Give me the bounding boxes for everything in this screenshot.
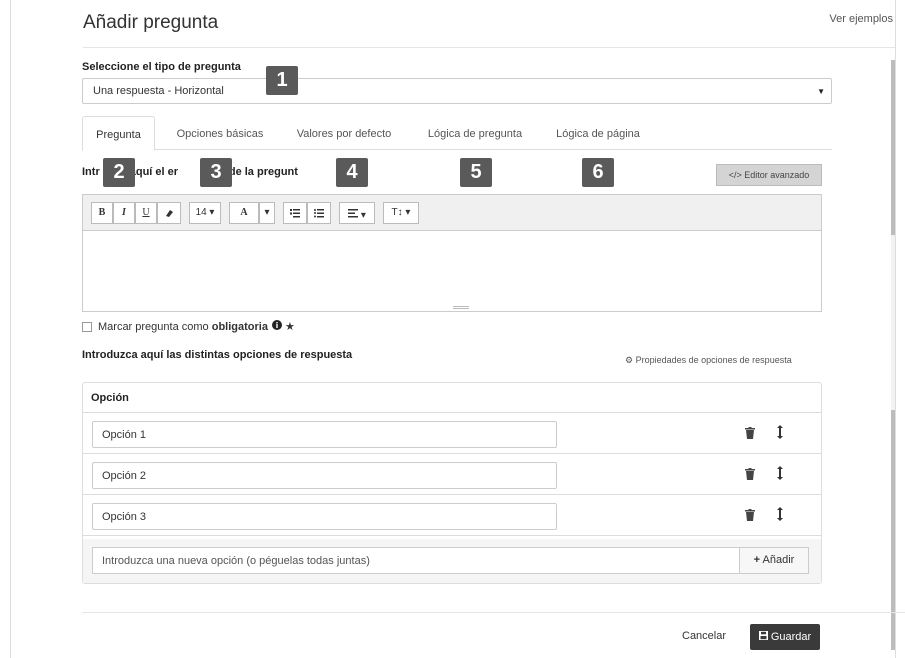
align-icon[interactable]: ▾ <box>339 202 375 224</box>
plus-icon: + <box>753 554 761 566</box>
add-option-button[interactable]: + Añadir <box>739 547 809 574</box>
tab-pregunta[interactable]: Pregunta <box>82 116 155 151</box>
table-row: Opción 3 <box>83 495 821 536</box>
footer-divider <box>82 612 905 613</box>
table-row: Opción 1 <box>83 413 821 454</box>
eraser-icon[interactable] <box>157 202 181 224</box>
text-color-button[interactable]: A <box>229 202 259 224</box>
tab-logica-de-pregunta[interactable]: Lógica de pregunta <box>416 116 534 150</box>
question-type-value: Una respuesta - Horizontal <box>93 85 224 97</box>
tab-logica-de-pagina[interactable]: Lógica de página <box>544 116 652 150</box>
option-input-2[interactable]: Opción 2 <box>92 462 557 489</box>
bold-button[interactable]: B <box>91 202 113 224</box>
heading-dropdown[interactable]: T↕ ▾ <box>383 202 419 224</box>
info-icon[interactable] <box>271 320 282 333</box>
option-input-3[interactable]: Opción 3 <box>92 503 557 530</box>
ordered-list-icon[interactable] <box>283 202 307 224</box>
italic-button[interactable]: I <box>113 202 135 224</box>
view-examples-link[interactable]: Ver ejemplos <box>829 13 893 25</box>
scrollbar-thumb-lower[interactable] <box>891 410 895 650</box>
options-column-header: Opción <box>83 383 821 413</box>
trash-icon[interactable] <box>745 427 759 441</box>
question-type-select[interactable]: Una respuesta - Horizontal ▼ <box>82 78 832 104</box>
header-divider <box>83 47 895 48</box>
tab-opciones-basicas[interactable]: Opciones básicas <box>165 116 275 150</box>
floppy-disk-icon <box>758 631 771 643</box>
star-icon: ★ <box>284 321 295 333</box>
tab-valores-por-defecto[interactable]: Valores por defecto <box>284 116 404 150</box>
drag-handle-icon[interactable] <box>776 507 786 523</box>
required-label-bold: obligatoria <box>211 320 268 333</box>
question-type-label: Seleccione el tipo de pregunta <box>82 61 241 73</box>
unordered-list-icon[interactable] <box>307 202 331 224</box>
chevron-down-icon: ▼ <box>817 87 825 96</box>
required-label-prefix: Marcar pregunta como <box>98 320 209 333</box>
option-input-1[interactable]: Opción 1 <box>92 421 557 448</box>
trash-icon[interactable] <box>745 509 759 523</box>
required-row: Marcar pregunta como obligatoria ★ <box>82 320 295 333</box>
advanced-editor-button[interactable]: </> Editor avanzado <box>716 164 822 186</box>
drag-handle-icon[interactable] <box>776 466 786 482</box>
answer-options-properties-link[interactable]: ⚙ Propiedades de opciones de respuesta <box>625 355 792 366</box>
trash-icon[interactable] <box>745 468 759 482</box>
text-color-dropdown-chevron-icon[interactable]: ▾ <box>259 202 275 224</box>
answer-options-table: Opción Opción 1 Opción 2 Opción 3 Introd… <box>82 382 822 584</box>
callout-badge-1: 1 <box>266 66 298 95</box>
gear-icon: ⚙ <box>625 355 634 365</box>
font-size-dropdown[interactable]: 14 ▾ <box>189 202 221 224</box>
question-text-editor[interactable]: B I U 14 ▾ A ▾ ▾ T↕ ▾ <box>82 194 822 312</box>
callout-badge-4: 4 <box>336 158 368 187</box>
callout-badge-5: 5 <box>460 158 492 187</box>
callout-badge-3: 3 <box>200 158 232 187</box>
required-checkbox[interactable] <box>82 321 92 332</box>
table-row: Opción 2 <box>83 454 821 495</box>
question-tabs: Pregunta Opciones básicas Valores por de… <box>82 116 832 151</box>
callout-badge-6: 6 <box>582 158 614 187</box>
page-title: Añadir pregunta <box>83 12 219 33</box>
new-option-row: Introduzca una nueva opción (o péguelas … <box>83 539 821 583</box>
cancel-button[interactable]: Cancelar <box>682 630 726 642</box>
editor-toolbar: B I U 14 ▾ A ▾ ▾ T↕ ▾ <box>83 195 821 231</box>
scrollbar-thumb[interactable] <box>891 60 895 235</box>
underline-button[interactable]: U <box>135 202 157 224</box>
save-button[interactable]: Guardar <box>750 624 820 650</box>
callout-badge-2: 2 <box>103 158 135 187</box>
drag-handle-icon[interactable] <box>776 425 786 441</box>
editor-resize-handle[interactable] <box>453 306 469 309</box>
answer-options-label: Introduzca aquí las distintas opciones d… <box>82 349 353 361</box>
new-option-input[interactable]: Introduzca una nueva opción (o péguelas … <box>92 547 740 574</box>
